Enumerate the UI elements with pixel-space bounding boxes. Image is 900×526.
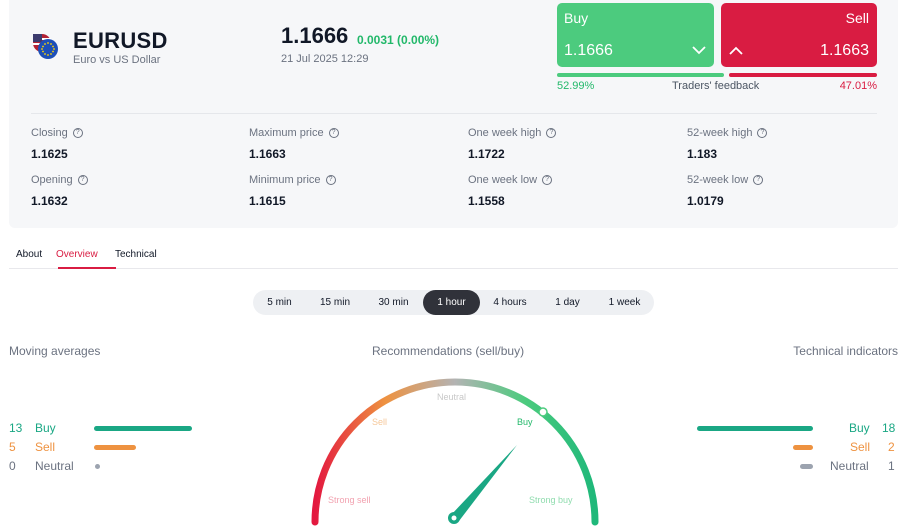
ti-buy-bar [697, 426, 813, 431]
help-icon[interactable]: ? [325, 175, 336, 185]
feedback-sell-percent: 47.01% [839, 80, 877, 92]
technical-indicators-title: Technical indicators [793, 344, 898, 358]
instrument-symbol: EURUSD [73, 28, 168, 53]
ma-sell-label: Sell [35, 440, 56, 454]
stat-one-week-high: One week high? 1.1722 [468, 127, 557, 161]
stat-opening: Opening? 1.1632 [31, 174, 88, 208]
ti-buy-count: 18 [882, 421, 896, 435]
gauge-label-strong-buy: Strong buy [529, 495, 573, 505]
timeframe-15-min[interactable]: 15 min [306, 290, 364, 315]
tab-overview[interactable]: Overview [56, 249, 98, 260]
ma-buy-count: 13 [9, 421, 23, 435]
ma-neutral-count: 0 [9, 459, 16, 473]
stat-minimum-price: Minimum price? 1.1615 [249, 174, 336, 208]
gauge-needle [451, 445, 517, 521]
gauge-label-buy: Buy [517, 417, 533, 427]
timeframe-4-hours[interactable]: 4 hours [480, 290, 540, 315]
stat-maximum-price: Maximum price? 1.1663 [249, 127, 339, 161]
buy-price: 1.1666 [564, 42, 613, 59]
help-icon[interactable]: ? [72, 128, 83, 138]
buy-button[interactable]: Buy 1.1666 [557, 3, 714, 67]
stat-label: Maximum price [249, 127, 324, 139]
recommendations-title: Recommendations (sell/buy) [372, 344, 525, 358]
stat-value: 1.1722 [468, 147, 505, 161]
instrument-name: Euro vs US Dollar [73, 54, 161, 66]
stat-label: 52-week high [687, 127, 753, 139]
timeframe-selector: 5 min 15 min 30 min 1 hour 4 hours 1 day… [253, 290, 654, 315]
stat-value: 1.1558 [468, 194, 505, 208]
help-icon[interactable]: ? [757, 128, 768, 138]
timeframe-1-hour[interactable]: 1 hour [423, 290, 480, 315]
ma-buy-label: Buy [35, 421, 56, 435]
ti-sell-label: Sell [850, 440, 871, 454]
stat-closing: Closing? 1.1625 [31, 127, 83, 161]
ti-neutral-bar [800, 464, 813, 469]
feedback-buy-bar [557, 73, 724, 77]
timeframe-5-min[interactable]: 5 min [253, 290, 306, 315]
feedback-buy-percent: 52.99% [557, 80, 595, 92]
feedback-sell-bar [729, 73, 877, 77]
stat-label: Opening [31, 174, 73, 186]
gauge-label-neutral: Neutral [437, 392, 466, 402]
stat-one-week-low: One week low? 1.1558 [468, 174, 553, 208]
stat-label: One week low [468, 174, 538, 186]
gauge-label-sell: Sell [372, 417, 387, 427]
divider [31, 113, 877, 114]
timeframe-1-day[interactable]: 1 day [540, 290, 595, 315]
stat-label: Minimum price [249, 174, 321, 186]
ti-neutral-count: 1 [888, 459, 895, 473]
current-price: 1.1666 [281, 23, 349, 48]
section-tabs: About Overview Technical [9, 244, 898, 269]
stat-value: 1.1625 [31, 147, 68, 161]
stat-52-week-low: 52-week low? 1.0179 [687, 174, 764, 208]
gauge-marker [538, 407, 548, 417]
stat-value: 1.0179 [687, 194, 724, 208]
help-icon[interactable]: ? [328, 128, 339, 138]
ti-buy-label: Buy [849, 421, 870, 435]
sell-label: Sell [845, 10, 869, 26]
ma-sell-count: 5 [9, 440, 16, 454]
gauge-label-strong-sell: Strong sell [328, 495, 371, 505]
timeframe-1-week[interactable]: 1 week [595, 290, 654, 315]
sell-price: 1.1663 [820, 42, 869, 59]
tab-technical[interactable]: Technical [115, 249, 157, 260]
stat-value: 1.1663 [249, 147, 286, 161]
price-change: 0.0031 (0.00%) [357, 33, 440, 47]
chevron-up-icon [729, 46, 743, 55]
ti-sell-bar [793, 445, 813, 450]
stat-value: 1.1632 [31, 194, 68, 208]
help-icon[interactable]: ? [542, 175, 553, 185]
stat-value: 1.1615 [249, 194, 286, 208]
stat-52-week-high: 52-week high? 1.183 [687, 127, 768, 161]
chevron-down-icon [692, 46, 706, 55]
eu-us-flag-icon [33, 34, 58, 59]
ma-buy-bar [94, 426, 192, 431]
timeframe-30-min[interactable]: 30 min [364, 290, 423, 315]
help-icon[interactable]: ? [753, 175, 764, 185]
sell-button[interactable]: Sell 1.1663 [721, 3, 877, 67]
ti-neutral-label: Neutral [830, 459, 869, 473]
buy-label: Buy [564, 10, 589, 26]
help-icon[interactable]: ? [77, 175, 88, 185]
stat-value: 1.183 [687, 147, 718, 161]
recommendation-gauge: Strong sell Sell Neutral Buy Strong buy [311, 378, 599, 526]
feedback-label: Traders' feedback [672, 80, 760, 92]
ma-neutral-bar [95, 464, 100, 469]
tab-about[interactable]: About [16, 249, 42, 260]
ma-neutral-label: Neutral [35, 459, 74, 473]
help-icon[interactable]: ? [546, 128, 557, 138]
moving-averages-title: Moving averages [9, 344, 101, 358]
price-datetime: 21 Jul 2025 12:29 [281, 53, 369, 65]
ma-sell-bar [94, 445, 136, 450]
stat-label: One week high [468, 127, 542, 139]
stat-label: 52-week low [687, 174, 749, 186]
active-tab-indicator [58, 267, 116, 269]
ti-sell-count: 2 [888, 440, 895, 454]
stat-label: Closing [31, 127, 68, 139]
